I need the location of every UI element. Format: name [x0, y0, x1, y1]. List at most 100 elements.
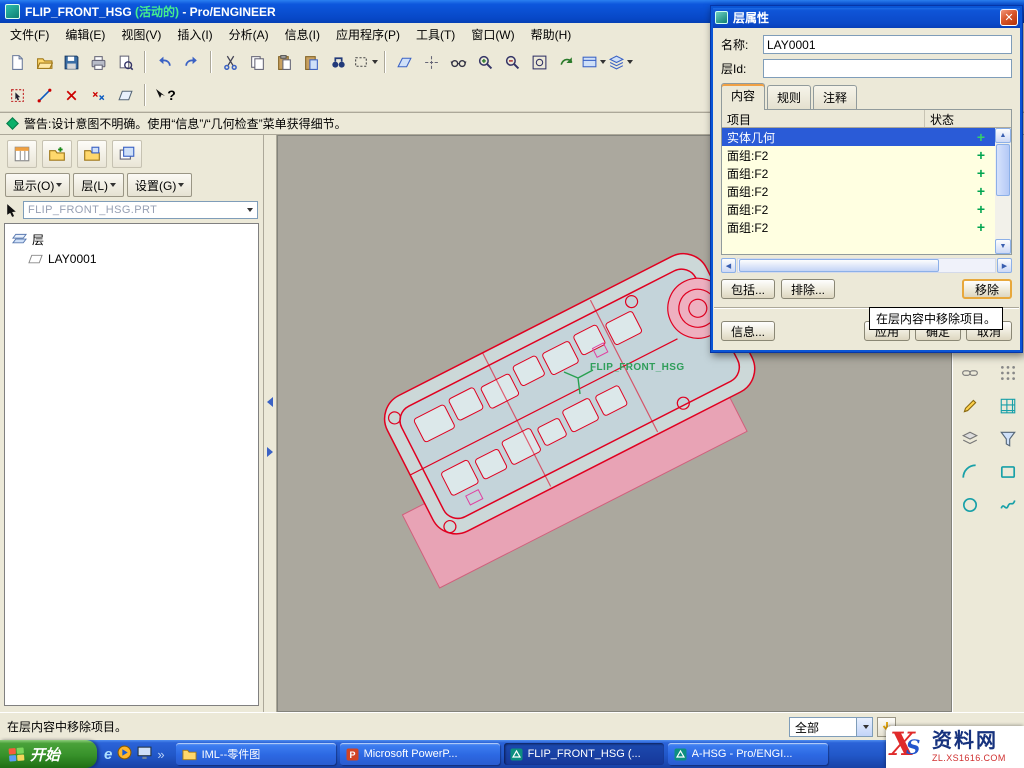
remove-tooltip: 在层内容中移除项目。: [869, 307, 1003, 330]
grid-icon[interactable]: [996, 394, 1020, 418]
tree-item-lay0001[interactable]: LAY0001: [24, 250, 255, 268]
select-marquee-button[interactable]: [352, 49, 379, 75]
layer-tree-view-button[interactable]: [7, 140, 37, 168]
zoom-out-button[interactable]: [499, 49, 526, 75]
sketch-line-button[interactable]: [31, 82, 58, 108]
cut-button[interactable]: [217, 49, 244, 75]
menu-file[interactable]: 文件(F): [2, 23, 57, 46]
show-window-button[interactable]: [77, 140, 107, 168]
find-button[interactable]: [325, 49, 352, 75]
dots-grid-icon[interactable]: [996, 361, 1020, 385]
open-button[interactable]: [31, 49, 58, 75]
menu-insert[interactable]: 插入(I): [169, 23, 220, 46]
layers-button[interactable]: [607, 49, 634, 75]
panel-splitter[interactable]: [264, 135, 277, 712]
selection-filter-button[interactable]: [4, 82, 31, 108]
arc-tool-icon[interactable]: [958, 460, 982, 484]
menu-help[interactable]: 帮助(H): [523, 23, 580, 46]
horizontal-scrollbar[interactable]: ◀ ▶: [721, 258, 1012, 273]
copy-button[interactable]: [244, 49, 271, 75]
table-row[interactable]: 面组:F2+: [722, 146, 1011, 164]
menu-tools[interactable]: 工具(T): [408, 23, 463, 46]
tab-notes[interactable]: 注释: [813, 85, 857, 112]
table-row[interactable]: 面组:F2+: [722, 164, 1011, 182]
tile-windows-button[interactable]: [112, 140, 142, 168]
zoom-fit-button[interactable]: [526, 49, 553, 75]
rect-tool-icon[interactable]: [996, 460, 1020, 484]
scroll-down-icon[interactable]: ▼: [995, 239, 1011, 254]
remove-button[interactable]: 移除: [962, 279, 1012, 299]
task-a-hsg[interactable]: A-HSG - Pro/ENGI...: [668, 743, 828, 765]
table-row[interactable]: 面组:F2+: [722, 218, 1011, 236]
datum-axis-toggle-button[interactable]: [418, 49, 445, 75]
point-delete-button[interactable]: [58, 82, 85, 108]
vertical-scrollbar[interactable]: ▲ ▼: [995, 128, 1011, 254]
column-status[interactable]: 状态: [925, 110, 995, 127]
table-row[interactable]: 面组:F2+: [722, 200, 1011, 218]
menu-info[interactable]: 信息(I): [277, 23, 328, 46]
print-preview-button[interactable]: [112, 49, 139, 75]
menu-view[interactable]: 视图(V): [113, 23, 169, 46]
spline-tool-icon[interactable]: [996, 493, 1020, 517]
settings-dropdown[interactable]: 设置(G): [127, 173, 192, 197]
sketch-plane-button[interactable]: [112, 82, 139, 108]
active-model-combo[interactable]: FLIP_FRONT_HSG.PRT: [23, 201, 258, 219]
save-button[interactable]: [58, 49, 85, 75]
funnel-icon[interactable]: [996, 427, 1020, 451]
chevron-expand-icon[interactable]: »: [157, 747, 164, 762]
exclude-button[interactable]: 排除...: [781, 279, 835, 299]
task-flip-front-hsg[interactable]: FLIP_FRONT_HSG (...: [504, 743, 664, 765]
datum-plane-toggle-button[interactable]: [391, 49, 418, 75]
task-powerpoint[interactable]: P Microsoft PowerP...: [340, 743, 500, 765]
layer-dropdown[interactable]: 层(L): [73, 173, 124, 197]
tab-contents[interactable]: 内容: [721, 83, 765, 110]
scroll-right-icon[interactable]: ▶: [997, 258, 1012, 273]
undo-button[interactable]: [151, 49, 178, 75]
redo-button[interactable]: [178, 49, 205, 75]
circle-tool-icon[interactable]: [958, 493, 982, 517]
table-row[interactable]: 实体几何+: [722, 128, 1011, 146]
desktop-icon[interactable]: [137, 745, 152, 763]
tab-rules[interactable]: 规则: [767, 85, 811, 112]
show-dropdown[interactable]: 显示(O): [5, 173, 70, 197]
scrollbar-thumb[interactable]: [739, 259, 939, 272]
expand-right-icon[interactable]: [267, 447, 273, 457]
zoom-in-button[interactable]: [472, 49, 499, 75]
combo-dropdown-button[interactable]: [856, 718, 872, 736]
tree-root-layers[interactable]: 层: [8, 229, 255, 250]
open-model-tree-button[interactable]: [42, 140, 72, 168]
repaint-button[interactable]: [553, 49, 580, 75]
layer-id-field[interactable]: [763, 59, 1012, 78]
include-button[interactable]: 包括...: [721, 279, 775, 299]
paste-button[interactable]: [271, 49, 298, 75]
point-pair-button[interactable]: [85, 82, 112, 108]
task-iml-folder[interactable]: IML--零件图: [176, 743, 336, 765]
paste-special-button[interactable]: [298, 49, 325, 75]
menu-edit[interactable]: 编辑(E): [57, 23, 113, 46]
context-help-button[interactable]: ?: [151, 82, 178, 108]
close-icon[interactable]: ✕: [1000, 9, 1018, 26]
pencil-icon[interactable]: [958, 394, 982, 418]
dialog-titlebar[interactable]: 层属性 ✕: [711, 6, 1022, 28]
start-button[interactable]: 开始: [0, 740, 97, 768]
saved-views-button[interactable]: [580, 49, 607, 75]
new-file-button[interactable]: [4, 49, 31, 75]
chain-icon[interactable]: [958, 361, 982, 385]
menu-window[interactable]: 窗口(W): [463, 23, 522, 46]
menu-applications[interactable]: 应用程序(P): [328, 23, 408, 46]
collapse-left-icon[interactable]: [267, 397, 273, 407]
ie-icon[interactable]: e: [104, 746, 112, 763]
menu-analysis[interactable]: 分析(A): [221, 23, 277, 46]
layers-gray-icon[interactable]: [958, 427, 982, 451]
media-icon[interactable]: [117, 745, 132, 763]
scroll-left-icon[interactable]: ◀: [721, 258, 736, 273]
scroll-up-icon[interactable]: ▲: [995, 128, 1011, 143]
scrollbar-thumb[interactable]: [996, 144, 1010, 196]
filter-combo[interactable]: 全部: [789, 717, 873, 737]
column-item[interactable]: 项目: [722, 110, 925, 127]
name-field[interactable]: [763, 35, 1012, 54]
print-button[interactable]: [85, 49, 112, 75]
table-row[interactable]: 面组:F2+: [722, 182, 1011, 200]
view-glasses-button[interactable]: [445, 49, 472, 75]
info-button[interactable]: 信息...: [721, 321, 775, 341]
